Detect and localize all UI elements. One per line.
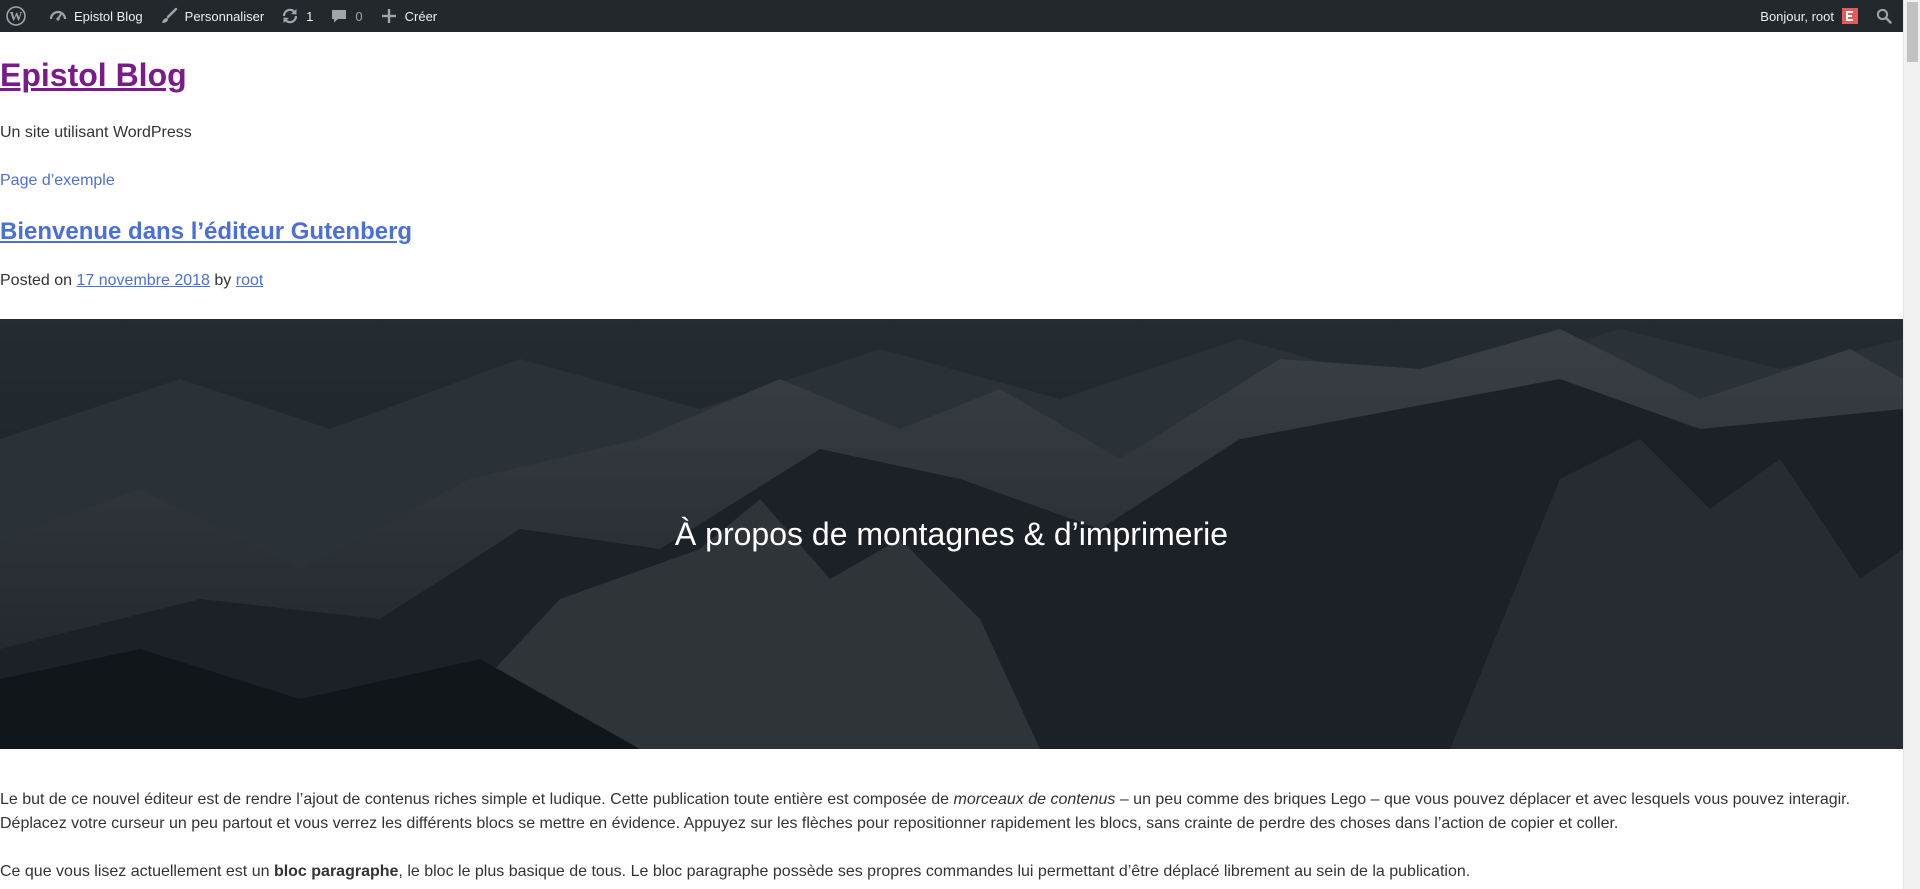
paragraph-text: , le bloc le plus basique de tous. Le bl… (398, 863, 1471, 880)
scrollbar-thumb[interactable] (1907, 2, 1918, 62)
search-icon (1874, 6, 1894, 26)
meta-posted-on: Posted on (0, 272, 73, 289)
site-name-menu[interactable]: Epistol Blog (40, 0, 151, 32)
avatar (1842, 8, 1858, 24)
wordpress-icon: W (6, 6, 26, 26)
customize-label: Personnaliser (184, 8, 265, 24)
paragraph-block: Ce que vous lisez actuellement est un bl… (0, 860, 1890, 884)
meta-by: by (214, 272, 232, 289)
comment-icon (329, 6, 349, 26)
post-title[interactable]: Bienvenue dans l’éditeur Gutenberg (0, 218, 412, 246)
dashboard-icon (48, 6, 68, 26)
menu-item-sample-page[interactable]: Page d’exemple (0, 172, 115, 190)
greeting-label: Bonjour, root (1760, 8, 1834, 24)
my-account-menu[interactable]: Bonjour, root (1752, 0, 1866, 32)
paragraph-text: Ce que vous lisez actuellement est un (0, 863, 274, 880)
post-meta: Posted on 17 novembre 2018 by root (0, 272, 263, 290)
svg-text:W: W (10, 9, 23, 24)
comments-link[interactable]: 0 (321, 0, 370, 32)
site-tagline: Un site utilisant WordPress (0, 124, 192, 141)
admin-bar: W Epistol Blog Personnaliser 1 0 Créer B… (0, 0, 1920, 32)
admin-bar-right: Bonjour, root (1752, 0, 1920, 32)
customize-link[interactable]: Personnaliser (151, 0, 273, 32)
wordpress-menu[interactable]: W (0, 0, 40, 32)
updates-icon (280, 6, 300, 26)
post-date-link[interactable]: 17 novembre 2018 (77, 272, 210, 289)
paragraph-bold: bloc paragraphe (273, 863, 399, 880)
paragraph-emphasis: morceaux de contenus (953, 791, 1116, 808)
updates-link[interactable]: 1 (272, 0, 321, 32)
brush-icon (159, 6, 179, 26)
plus-icon (379, 6, 399, 26)
cover-title: À propos de montagnes & d’imprimerie (674, 515, 1229, 552)
post-author-link[interactable]: root (236, 272, 264, 289)
site-title[interactable]: Epistol Blog (0, 56, 187, 94)
updates-count: 1 (306, 8, 314, 24)
new-content-menu[interactable]: Créer (371, 0, 446, 32)
cover-block: À propos de montagnes & d’imprimerie (0, 319, 1903, 749)
admin-bar-left: W Epistol Blog Personnaliser 1 0 Créer (0, 0, 445, 32)
site-name-label: Epistol Blog (74, 8, 143, 24)
paragraph-block: Le but de ce nouvel éditeur est de rendr… (0, 788, 1890, 836)
comments-count: 0 (355, 8, 363, 24)
new-content-label: Créer (404, 8, 438, 24)
paragraph-text: Le but de ce nouvel éditeur est de rendr… (0, 791, 954, 808)
page-scrollbar[interactable] (1903, 0, 1920, 889)
